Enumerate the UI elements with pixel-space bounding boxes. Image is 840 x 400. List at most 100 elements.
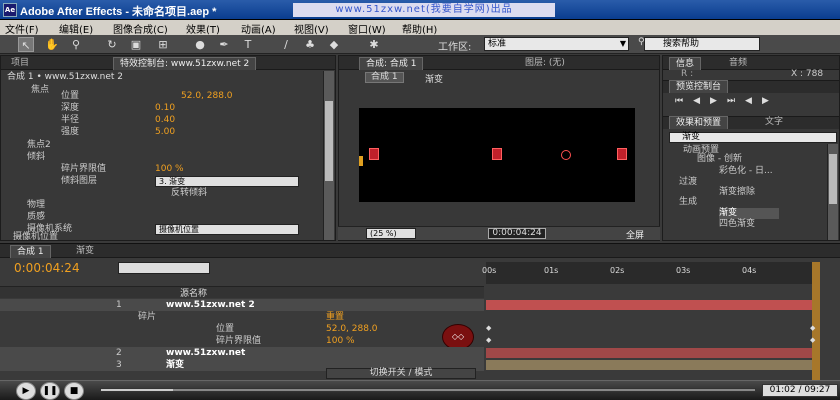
sub-tab-gradient[interactable]: 渐变 bbox=[425, 72, 443, 85]
tab-layer[interactable]: 图层: (无) bbox=[519, 57, 571, 70]
tree-ramp[interactable]: 渐变 bbox=[719, 208, 779, 219]
tab-timeline-comp1[interactable]: 合成 1 bbox=[10, 245, 51, 258]
menu-animation[interactable]: 动画(A) bbox=[241, 21, 276, 36]
menu-bar: 文件(F) 编辑(E) 图像合成(C) 效果(T) 动画(A) 视图(V) 窗口… bbox=[0, 20, 840, 36]
param-fragment-threshold-value[interactable]: 100 % bbox=[155, 163, 335, 175]
keyframe-icon: ◆ bbox=[810, 336, 816, 344]
player-bar: ▶ ❚❚ ■ 01:02 / 09:27 bbox=[0, 380, 840, 400]
play-icon[interactable]: ▶ bbox=[16, 382, 36, 400]
property-row-position[interactable]: 位置 52.0, 288.0 bbox=[0, 323, 484, 335]
tree-generate[interactable]: 生成 bbox=[679, 197, 839, 208]
workspace-select[interactable]: 标准 ▼ bbox=[484, 37, 629, 51]
layer-3-bar[interactable] bbox=[486, 360, 812, 370]
menu-effect[interactable]: 效果(T) bbox=[186, 21, 220, 36]
brush-tool-icon[interactable]: ∕ bbox=[278, 37, 294, 52]
tab-effect-controls[interactable]: 特效控制台: www.51zxw.net 2 bbox=[113, 57, 257, 70]
timeline-panel: 合成 1 渐变 0:00:04:24 00s 01s 02s 03s 04s 源… bbox=[0, 243, 840, 382]
rotate-tool-icon[interactable]: ↻ bbox=[104, 37, 120, 52]
zoom-select[interactable]: (25 %) bbox=[366, 228, 416, 239]
current-time-indicator[interactable] bbox=[812, 262, 820, 382]
group-tilt[interactable]: 倾斜 bbox=[27, 151, 335, 163]
time-ruler[interactable] bbox=[486, 262, 812, 284]
left-panel-scrollbar[interactable] bbox=[323, 71, 334, 240]
keyframe-icon: ◆ bbox=[810, 324, 816, 332]
tilt-layer-select[interactable]: 3. 渐变 bbox=[155, 176, 299, 187]
title-bar: Ae Adobe After Effects - 未命名项目.aep * www… bbox=[0, 0, 840, 20]
zoom-tool-icon[interactable]: ⚲ bbox=[68, 37, 84, 52]
ruler-label: 03s bbox=[676, 266, 691, 275]
timeline-search-input[interactable] bbox=[118, 262, 210, 274]
group-physics[interactable]: 物理 bbox=[27, 199, 335, 211]
menu-window[interactable]: 窗口(W) bbox=[348, 21, 386, 36]
ruler-label: 00s bbox=[482, 266, 497, 275]
clone-tool-icon[interactable]: ♣ bbox=[302, 37, 318, 52]
param-radius-value[interactable]: 0.40 bbox=[155, 114, 335, 126]
tree-image-creative[interactable]: 图像 - 创新 bbox=[697, 154, 839, 165]
puppet-tool-icon[interactable]: ✱ bbox=[366, 37, 382, 52]
menu-help[interactable]: 帮助(H) bbox=[402, 21, 437, 36]
view-mode[interactable]: 全屏 bbox=[626, 228, 644, 241]
text-tool-icon[interactable]: T bbox=[240, 37, 256, 52]
menu-edit[interactable]: 编辑(E) bbox=[59, 21, 93, 36]
layer-row-1[interactable]: 1 www.51zxw.net 2 bbox=[0, 299, 484, 311]
toggle-switches-modes-button[interactable]: 切换开关 / 模式 bbox=[326, 368, 476, 379]
playback-progress[interactable] bbox=[100, 388, 756, 392]
fragment-marker bbox=[617, 148, 627, 160]
tab-effects-presets[interactable]: 效果和预置 bbox=[669, 116, 729, 129]
focus-crosshair-icon bbox=[561, 150, 571, 160]
tab-project[interactable]: 项目 bbox=[5, 57, 35, 70]
eraser-tool-icon[interactable]: ◆ bbox=[326, 37, 342, 52]
property-row-threshold[interactable]: 碎片界限值 100 % bbox=[0, 335, 484, 347]
effects-scrollbar[interactable] bbox=[827, 144, 838, 240]
menu-file[interactable]: 文件(F) bbox=[5, 21, 39, 36]
tree-colorize[interactable]: 彩色化 - 日... bbox=[719, 166, 839, 177]
viewer-timecode[interactable]: 0:00:04:24 bbox=[488, 228, 546, 239]
tab-text[interactable]: 文字 bbox=[759, 116, 789, 129]
ruler-label: 01s bbox=[544, 266, 559, 275]
group-texture[interactable]: 质感 bbox=[27, 211, 335, 223]
current-timecode[interactable]: 0:00:04:24 bbox=[14, 261, 80, 275]
effect-controls-panel: 项目 特效控制台: www.51zxw.net 2 合成 1 • www.51z… bbox=[0, 55, 336, 243]
pen-tool-icon[interactable]: ✒ bbox=[216, 37, 232, 52]
info-x: X : 788 bbox=[791, 69, 824, 79]
layer-row-2[interactable]: 2 www.51zxw.net bbox=[0, 347, 484, 359]
breadcrumb: 合成 1 • www.51zxw.net 2 bbox=[7, 72, 123, 82]
chevron-down-icon: ▼ bbox=[619, 39, 626, 48]
menu-composition[interactable]: 图像合成(C) bbox=[113, 21, 168, 36]
invert-tilt-checkbox[interactable]: 反转倾斜 bbox=[171, 187, 335, 199]
tree-four-color[interactable]: 四色渐变 bbox=[719, 219, 839, 230]
preview-controls[interactable]: ⏮◀▶⏭◀▶ bbox=[675, 96, 779, 106]
tab-composition[interactable]: 合成: 合成 1 bbox=[359, 57, 424, 70]
effect-row-shatter[interactable]: 碎片 重置 bbox=[0, 311, 484, 323]
layer-2-bar[interactable] bbox=[486, 348, 812, 358]
pan-behind-tool-icon[interactable]: ⊞ bbox=[155, 37, 171, 52]
menu-view[interactable]: 视图(V) bbox=[294, 21, 329, 36]
stop-icon[interactable]: ■ bbox=[64, 382, 84, 400]
keyframe-icon: ◆ bbox=[486, 324, 492, 332]
group-camera-position[interactable]: 摄像机位置 bbox=[13, 231, 335, 243]
param-depth-value[interactable]: 0.10 bbox=[155, 102, 335, 114]
composition-canvas[interactable] bbox=[359, 108, 635, 202]
column-source-name[interactable]: 源名称 bbox=[180, 286, 207, 299]
tab-preview[interactable]: 预览控制台 bbox=[669, 80, 729, 93]
layer-1-bar[interactable] bbox=[486, 300, 812, 310]
camera-tool-icon[interactable]: ▣ bbox=[128, 37, 144, 52]
pause-icon[interactable]: ❚❚ bbox=[40, 382, 60, 400]
right-panels: 信息 音频 R : X : 788 预览控制台 ⏮◀▶⏭◀▶ 效果和预置 文字 … bbox=[662, 55, 840, 241]
selection-tool-icon[interactable]: ↖ bbox=[18, 37, 34, 52]
mask-tool-icon[interactable]: ● bbox=[192, 37, 208, 52]
tab-timeline-gradient[interactable]: 渐变 bbox=[70, 245, 100, 258]
playback-time: 01:02 / 09:27 bbox=[762, 384, 838, 397]
param-position-value[interactable]: 52.0, 288.0 bbox=[181, 90, 335, 102]
search-help-input[interactable]: 搜索帮助 bbox=[644, 37, 760, 51]
ruler-label: 02s bbox=[610, 266, 625, 275]
app-logo: Ae bbox=[3, 3, 17, 17]
param-strength-value[interactable]: 5.00 bbox=[155, 126, 335, 138]
viewer-bottom-bar: (25 %) 0:00:04:24 全屏 bbox=[338, 226, 660, 241]
group-focus2[interactable]: 焦点2 bbox=[27, 139, 335, 151]
effects-search-input[interactable]: 渐变 bbox=[669, 132, 837, 143]
fragment-marker bbox=[492, 148, 502, 160]
hand-tool-icon[interactable]: ✋ bbox=[44, 37, 60, 52]
sub-tab-comp1[interactable]: 合成 1 bbox=[365, 72, 404, 83]
watermark: www.51zxw.net(我要自学网)出品 bbox=[293, 3, 555, 17]
